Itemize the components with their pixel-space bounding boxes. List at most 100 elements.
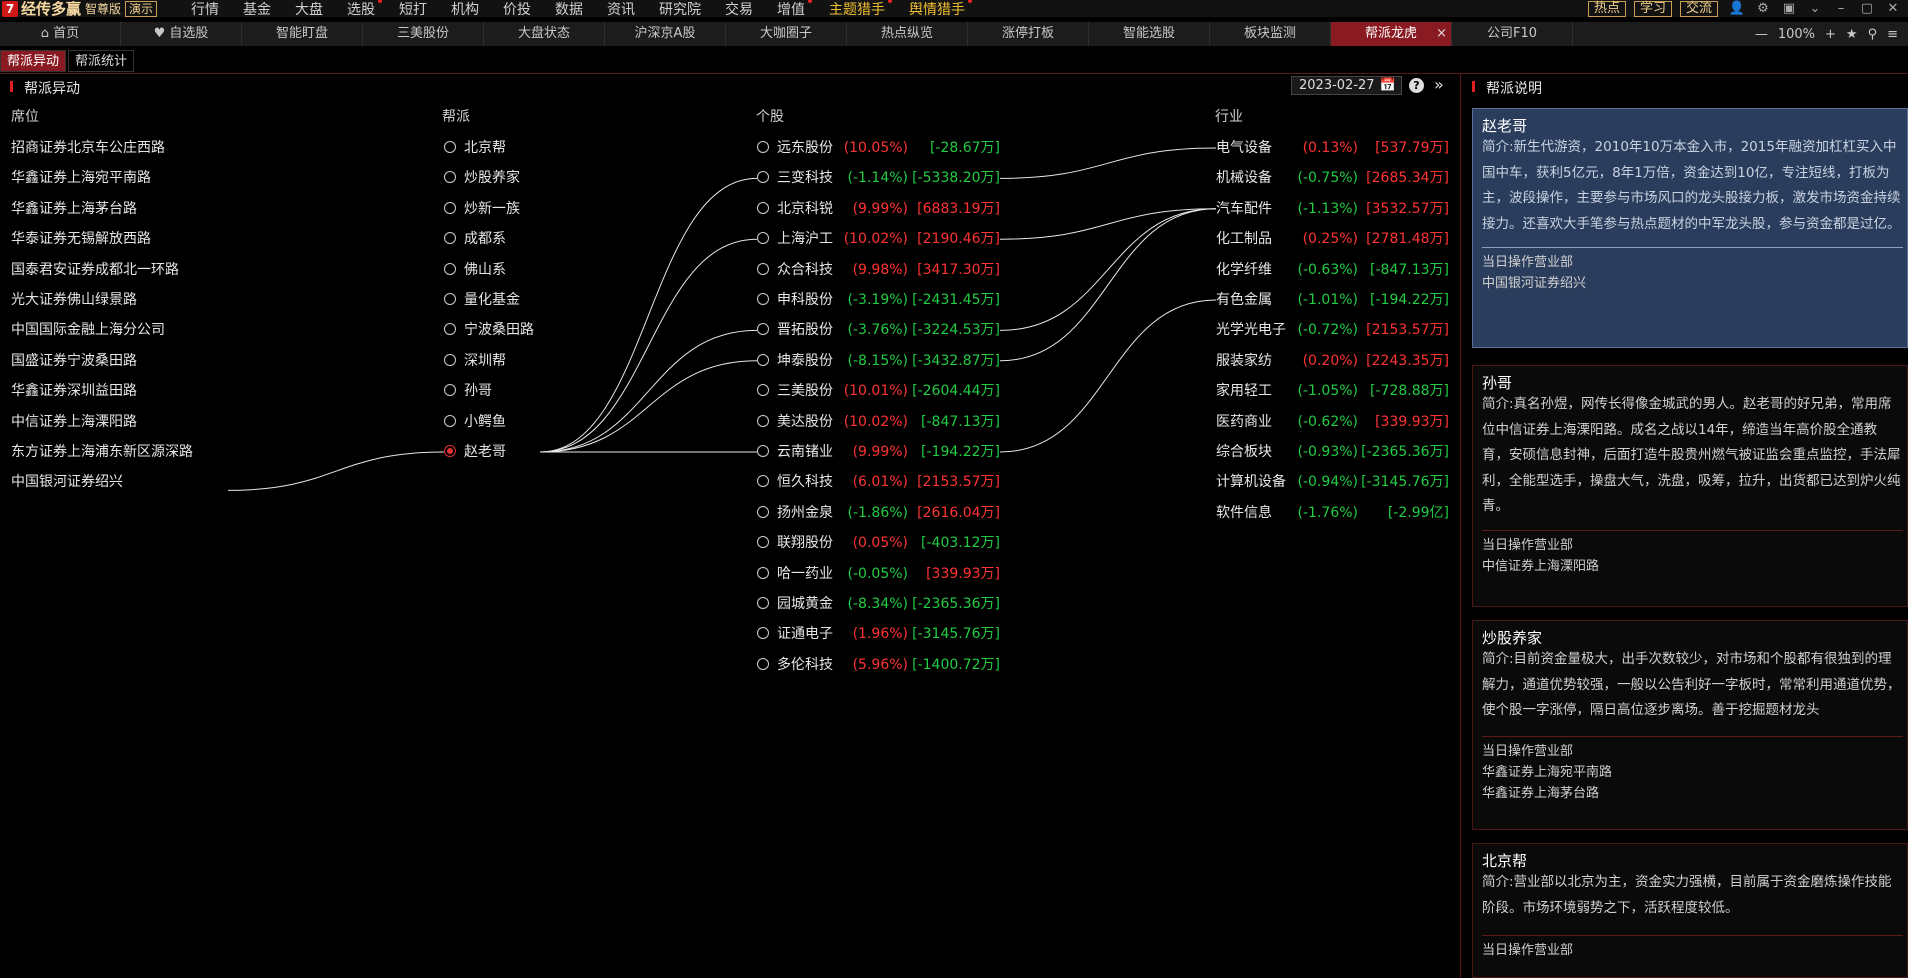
stock-radio[interactable] (757, 566, 769, 579)
gang-row[interactable]: 深圳帮 (444, 351, 506, 371)
stock-row[interactable]: 园城黄金 (757, 594, 833, 614)
gang-card[interactable]: 炒股养家 简介:目前资金量极大，出手次数较少，对市场和个股都有很独到的理解力，通道… (1472, 620, 1908, 830)
seat-row[interactable]: 华鑫证券深圳益田路 (11, 381, 137, 401)
industry-row[interactable]: 家用轻工 (1216, 381, 1272, 401)
stock-radio[interactable] (757, 232, 769, 245)
maximize-icon[interactable]: ▢ (1856, 1, 1878, 16)
tab-7[interactable]: 热点纵览 (847, 22, 968, 46)
learn-button[interactable]: 学习 (1633, 0, 1672, 17)
gang-radio[interactable] (444, 293, 456, 305)
menu-item-8[interactable]: 资讯 (607, 0, 635, 19)
seat-row[interactable]: 光大证券佛山绿景路 (11, 290, 137, 310)
app-logo[interactable]: 7 经传多赢 智尊版 演示 (0, 0, 171, 18)
industry-row[interactable]: 化学纤维 (1216, 260, 1272, 280)
hot-button[interactable]: 热点 (1587, 0, 1626, 17)
industry-row[interactable]: 医药商业 (1216, 412, 1272, 432)
stock-radio[interactable] (757, 414, 769, 427)
menu-item-7[interactable]: 数据 (555, 0, 583, 19)
gang-row[interactable]: 佛山系 (444, 260, 506, 280)
stock-row[interactable]: 多伦科技 (757, 655, 833, 675)
gang-radio[interactable] (444, 232, 456, 245)
subtab-1[interactable]: 帮派统计 (68, 50, 135, 72)
seat-row[interactable]: 华鑫证券上海茅台路 (11, 199, 137, 219)
stock-radio[interactable] (757, 536, 769, 549)
gang-card-ops-seat[interactable]: 华鑫证券上海宛平南路 (1473, 762, 1907, 783)
user-icon[interactable]: 👤 (1726, 1, 1748, 16)
gang-card[interactable]: 孙哥 简介:真名孙煜，网传长得像金城武的男人。赵老哥的好兄弟，常用席位中信证券上海… (1472, 365, 1908, 607)
industry-row[interactable]: 汽车配件 (1216, 199, 1272, 219)
menu-item-5[interactable]: 机构 (451, 0, 479, 19)
tab-3[interactable]: 三美股份 (363, 22, 484, 46)
gang-radio[interactable] (444, 353, 456, 366)
calendar-icon[interactable]: 📅 (1380, 77, 1396, 94)
stock-row[interactable]: 恒久科技 (757, 472, 833, 492)
gang-radio[interactable] (444, 262, 456, 275)
seat-row[interactable]: 东方证券上海浦东新区源深路 (11, 442, 193, 462)
stock-radio[interactable] (757, 505, 769, 518)
stock-row[interactable]: 北京科锐 (757, 199, 833, 219)
gang-card-ops-seat[interactable]: 中信证券上海溧阳路 (1473, 556, 1907, 577)
menu-item-4[interactable]: 短打 (399, 0, 427, 19)
industry-row[interactable]: 机械设备 (1216, 168, 1272, 188)
stock-row[interactable]: 申科股份 (757, 290, 833, 310)
industry-row[interactable]: 电气设备 (1216, 138, 1272, 158)
tab-12[interactable]: 公司F10 (1452, 22, 1573, 46)
seat-row[interactable]: 华鑫证券上海宛平南路 (11, 168, 151, 188)
stock-row[interactable]: 上海沪工 (757, 229, 833, 249)
gang-row[interactable]: 炒股养家 (444, 168, 520, 188)
stock-radio[interactable] (757, 323, 769, 336)
window-icon[interactable]: ▣ (1778, 1, 1800, 16)
tab-10[interactable]: 板块监测 (1210, 22, 1331, 46)
industry-row[interactable]: 综合板块 (1216, 442, 1272, 462)
stock-row[interactable]: 众合科技 (757, 260, 833, 280)
menu-item-11[interactable]: 增值 (777, 0, 813, 19)
menu-item-10[interactable]: 交易 (725, 0, 753, 19)
close-icon[interactable]: ✕ (1882, 1, 1904, 16)
stock-row[interactable]: 扬州金泉 (757, 503, 833, 523)
gang-card-ops-seat[interactable]: 中国银河证券绍兴 (1473, 273, 1907, 294)
stock-row[interactable]: 三美股份 (757, 381, 833, 401)
menu-item-0[interactable]: 行情 (191, 0, 219, 19)
industry-row[interactable]: 有色金属 (1216, 290, 1272, 310)
gang-radio[interactable] (444, 201, 456, 214)
gang-card[interactable]: 赵老哥 简介:新生代游资，2010年10万本金入市，2015年融资加杠杠买入中国中… (1472, 108, 1908, 348)
stock-row[interactable]: 云南锗业 (757, 442, 833, 462)
minimize-icon[interactable]: – (1830, 1, 1852, 16)
tab-0[interactable]: ⌂ 首页 (0, 22, 121, 46)
pin-icon[interactable]: ⚲ (1868, 27, 1878, 42)
stock-radio[interactable] (757, 627, 769, 640)
chevron-down-icon[interactable]: ⌄ (1804, 1, 1826, 16)
gang-card-ops-seat[interactable]: 华鑫证券上海茅台路 (1473, 783, 1907, 804)
tab-1[interactable]: ♥ 自选股 (121, 22, 242, 46)
more-icon[interactable]: ≡ (1887, 27, 1898, 42)
star-icon[interactable]: ★ (1846, 27, 1858, 42)
gang-row[interactable]: 小鳄鱼 (444, 412, 506, 432)
gang-radio[interactable] (444, 445, 456, 457)
stock-radio[interactable] (757, 445, 769, 457)
stock-radio[interactable] (757, 597, 769, 609)
stock-row[interactable]: 哈一药业 (757, 564, 833, 584)
gang-card[interactable]: 北京帮 简介:营业部以北京为主，资金实力强横，目前属于资金磨炼操作技能阶段。市场环… (1472, 843, 1908, 978)
date-picker[interactable]: 2023-02-27 📅 (1291, 76, 1402, 95)
gang-row[interactable]: 赵老哥 (444, 442, 506, 462)
stock-radio[interactable] (757, 141, 769, 153)
gang-radio[interactable] (444, 141, 456, 153)
help-icon[interactable]: ? (1409, 78, 1424, 93)
demo-button[interactable]: 演示 (125, 0, 158, 17)
subtab-0[interactable]: 帮派异动 (0, 50, 67, 72)
stock-radio[interactable] (757, 201, 769, 214)
gang-row[interactable]: 炒新一族 (444, 199, 520, 219)
stock-radio[interactable] (757, 384, 769, 397)
stock-row[interactable]: 三变科技 (757, 168, 833, 188)
exchange-button[interactable]: 交流 (1679, 0, 1718, 17)
tab-8[interactable]: 涨停打板 (968, 22, 1089, 46)
tab-5[interactable]: 沪深京A股 (605, 22, 726, 46)
menu-item-1[interactable]: 基金 (243, 0, 271, 19)
stock-row[interactable]: 晋拓股份 (757, 320, 833, 340)
stock-radio[interactable] (757, 171, 769, 184)
stock-row[interactable]: 坤泰股份 (757, 351, 833, 371)
stock-radio[interactable] (757, 262, 769, 275)
stock-row[interactable]: 证通电子 (757, 624, 833, 644)
seat-row[interactable]: 中信证券上海溧阳路 (11, 412, 137, 432)
menu-item-12[interactable]: 主题猎手 (829, 0, 893, 19)
